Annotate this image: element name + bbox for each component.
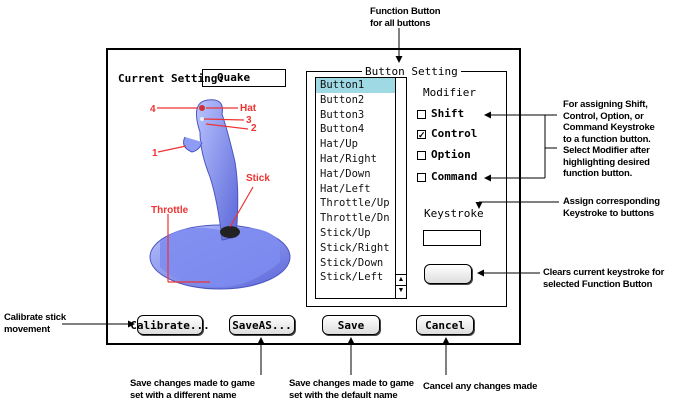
annotation-arrows: [62, 28, 559, 375]
